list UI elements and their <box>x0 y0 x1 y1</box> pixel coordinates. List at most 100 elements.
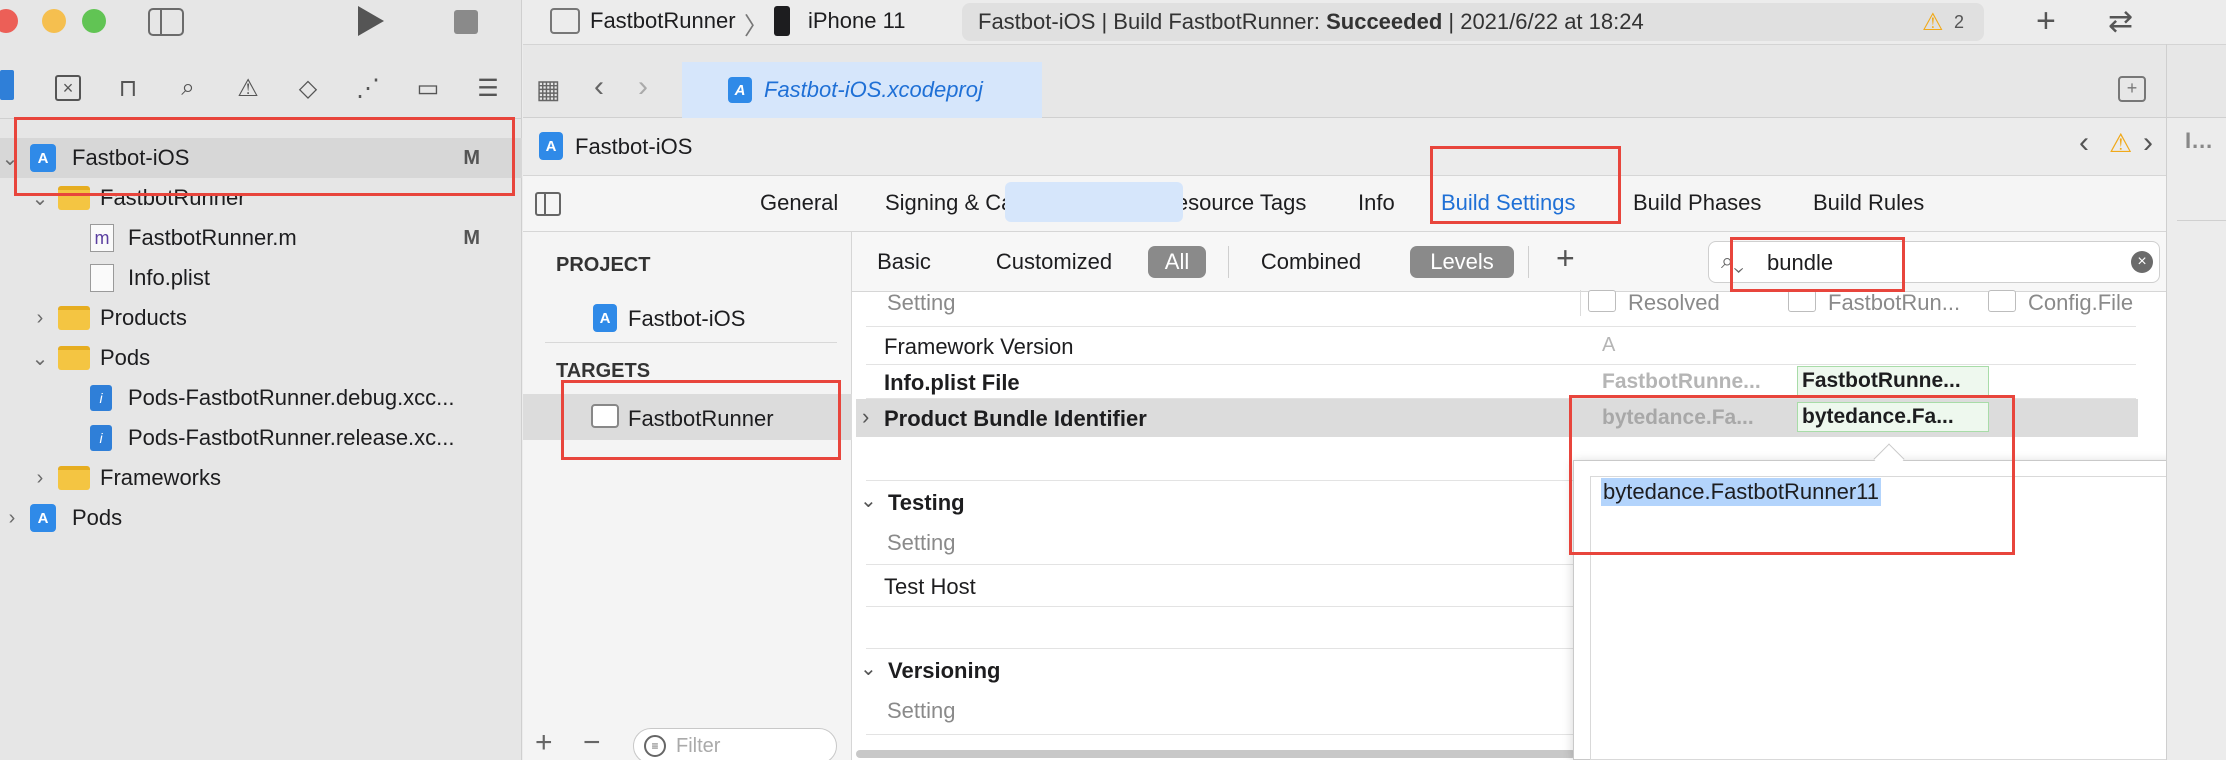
forward-icon[interactable]: › <box>638 70 648 104</box>
divider <box>545 342 837 343</box>
chevron-right-icon[interactable]: › <box>2 507 22 530</box>
filter-levels[interactable]: Levels <box>1410 246 1514 278</box>
column-setting: Setting <box>887 290 956 315</box>
nav-row-group[interactable]: ⌄ Pods <box>0 338 522 378</box>
divider <box>866 364 2136 365</box>
report-navigator-icon[interactable]: ☰ <box>468 70 508 106</box>
nav-row-group[interactable]: › Frameworks <box>0 458 522 498</box>
objc-file-icon: m <box>90 224 114 252</box>
add-library-icon[interactable]: + <box>2036 2 2056 41</box>
nav-row-group[interactable]: › Products <box>0 298 522 338</box>
add-setting-button[interactable]: + <box>1556 240 1575 277</box>
chevron-right-icon[interactable]: › <box>30 467 50 490</box>
setting-test-host[interactable]: Test Host <box>884 574 976 600</box>
tab-general[interactable]: General <box>760 190 838 216</box>
tab-highlight <box>1005 182 1183 222</box>
filter-basic[interactable]: Basic <box>868 246 940 278</box>
back-icon[interactable]: ‹ <box>594 70 604 104</box>
tab-build-phases[interactable]: Build Phases <box>1633 190 1761 216</box>
jumpbar-project[interactable]: Fastbot-iOS <box>575 134 692 160</box>
checkbox-resolved[interactable] <box>1588 290 1616 312</box>
filter-all[interactable]: All <box>1148 246 1206 278</box>
chevron-right-icon: 〉 <box>744 13 768 40</box>
column-config[interactable]: Config.File <box>2028 290 2138 316</box>
chevron-down-icon[interactable]: ⌄ <box>860 656 877 681</box>
nav-row-file[interactable]: i Pods-FastbotRunner.debug.xcc... <box>0 378 522 418</box>
folder-icon <box>58 346 90 370</box>
test-navigator-icon[interactable]: ◇ <box>288 70 328 106</box>
nav-row-file[interactable]: Info.plist <box>0 258 522 298</box>
scheme-selector[interactable]: FastbotRunner <box>590 8 736 34</box>
jump-bar: A Fastbot-iOS ‹ ⚠ › <box>523 118 2166 176</box>
zoom-window-button[interactable] <box>82 9 106 33</box>
hide-targets-icon[interactable] <box>535 192 561 216</box>
xcodeproj-icon: A <box>30 504 56 532</box>
warning-icon[interactable]: ⚠ <box>2109 128 2132 159</box>
horizontal-scrollbar[interactable] <box>856 750 1576 758</box>
inspector-pane: Iden <box>2166 118 2226 760</box>
warning-icon[interactable]: ⚠ <box>1922 8 1944 37</box>
clear-search-icon[interactable]: × <box>2131 251 2153 273</box>
modified-badge: M <box>463 226 480 249</box>
annotation-box-build-settings <box>1430 146 1621 224</box>
tab-info[interactable]: Info <box>1358 190 1395 216</box>
search-icon[interactable]: ⌕ <box>168 70 208 106</box>
chevron-down-icon[interactable]: ⌄ <box>860 488 877 513</box>
filter-customized[interactable]: Customized <box>984 246 1124 278</box>
run-button[interactable] <box>358 6 384 36</box>
setting-info-plist[interactable]: Info.plist File <box>884 370 1020 396</box>
add-target-button[interactable]: + <box>535 726 553 760</box>
sidebar-toggle-icon[interactable] <box>148 8 184 36</box>
setting-bundle-identifier[interactable]: Product Bundle Identifier <box>884 406 1147 432</box>
divider <box>1528 246 1529 278</box>
inspector-title: Iden <box>2185 128 2225 153</box>
folder-icon <box>58 306 90 330</box>
folder-navigator-icon[interactable] <box>0 70 14 100</box>
project-list-item[interactable]: Fastbot-iOS <box>628 306 745 332</box>
nav-row-project[interactable]: › A Pods <box>0 498 522 538</box>
breakpoint-navigator-icon[interactable]: ▭ <box>408 70 448 106</box>
close-window-button[interactable] <box>0 9 18 33</box>
column-resolved[interactable]: Resolved <box>1628 290 1720 316</box>
checkbox-config[interactable] <box>1988 290 2016 312</box>
folder-icon <box>58 466 90 490</box>
remove-target-button[interactable]: − <box>583 726 601 760</box>
filter-field[interactable]: ≡ Filter <box>633 728 837 760</box>
tab-overview-icon[interactable]: ▦ <box>536 74 561 105</box>
minimize-window-button[interactable] <box>42 9 66 33</box>
debug-navigator-icon[interactable]: ⋰ <box>348 70 388 106</box>
chevron-right-icon[interactable]: › <box>30 307 50 330</box>
plist-file-icon <box>90 264 114 292</box>
tab-build-rules[interactable]: Build Rules <box>1813 190 1924 216</box>
symbol-navigator-icon[interactable]: ⊓ <box>108 70 148 106</box>
stop-button[interactable] <box>454 10 478 34</box>
section-versioning[interactable]: Versioning <box>888 658 1000 684</box>
source-control-icon[interactable]: × <box>48 70 88 106</box>
annotation-box-search <box>1730 237 1905 292</box>
add-editor-icon[interactable]: + <box>2118 76 2146 102</box>
device-selector[interactable]: iPhone 11 <box>808 8 905 34</box>
column-target[interactable]: FastbotRun... <box>1828 290 1962 316</box>
nav-label: FastbotRunner.m <box>128 225 297 250</box>
next-issue-icon[interactable]: › <box>2143 126 2153 160</box>
target-value[interactable]: FastbotRunne... <box>1797 366 1989 396</box>
warning-count: 2 <box>1954 12 1965 32</box>
tab-xcodeproj[interactable]: A Fastbot-iOS.xcodeproj <box>682 62 1042 118</box>
nav-row-file[interactable]: i Pods-FastbotRunner.release.xc... <box>0 418 522 458</box>
chevron-down-icon[interactable]: ⌄ <box>30 346 50 371</box>
code-review-icon[interactable]: ⇄ <box>2108 4 2133 39</box>
chevron-right-icon[interactable]: › <box>862 404 869 430</box>
setting-framework-version[interactable]: Framework Version <box>884 334 1074 360</box>
checkbox-target[interactable] <box>1788 290 1816 312</box>
nav-label: Pods-FastbotRunner.debug.xcc... <box>128 385 455 410</box>
previous-issue-icon[interactable]: ‹ <box>2079 126 2089 160</box>
issue-navigator-icon[interactable]: ⚠ <box>228 70 268 106</box>
xcodeproj-icon: A <box>728 77 752 103</box>
status-result: Succeeded <box>1326 9 1443 34</box>
filter-combined[interactable]: Combined <box>1246 246 1376 278</box>
divider <box>1228 246 1229 278</box>
status-text: Fastbot-iOS | Build FastbotRunner: <box>978 9 1327 34</box>
nav-label: Pods-FastbotRunner.release.xc... <box>128 425 455 450</box>
section-testing[interactable]: Testing <box>888 490 965 516</box>
nav-row-file[interactable]: m FastbotRunner.m M <box>0 218 522 258</box>
